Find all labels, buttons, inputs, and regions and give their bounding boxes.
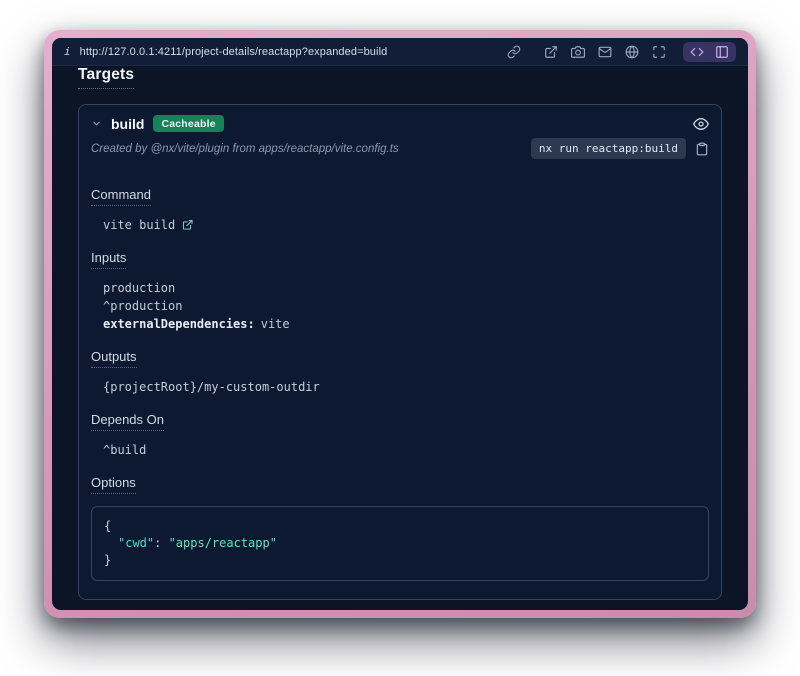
external-deps-value: vite [261, 317, 290, 331]
toolbar-tools-group [544, 45, 666, 59]
depends-on-list: ^build [91, 441, 709, 459]
command-value: vite build [103, 216, 175, 234]
url-toolbar: i http://127.0.0.1:4211/project-details/… [52, 38, 748, 66]
copy-icon[interactable] [695, 142, 709, 156]
inputs-label: Inputs [91, 250, 126, 269]
external-deps-key: externalDependencies: [103, 317, 255, 331]
link-icon[interactable] [507, 45, 521, 59]
inputs-list: production ^production externalDependenc… [91, 279, 709, 333]
options-label: Options [91, 475, 136, 494]
layout-icon[interactable] [715, 45, 729, 59]
target-card-build: build Cacheable Created by @nx/vite/plug… [78, 104, 722, 600]
run-command-chip[interactable]: nx run reactapp:build [531, 138, 686, 159]
input-external-deps: externalDependencies: vite [103, 315, 709, 333]
depends-on-item: ^build [103, 441, 709, 459]
browser-chrome: i http://127.0.0.1:4211/project-details/… [52, 38, 748, 610]
target-name: build [111, 116, 144, 132]
code-line: { [104, 518, 696, 535]
camera-icon[interactable] [571, 45, 585, 59]
build-target-details: Command vite build Inputs production ^pr… [79, 171, 721, 599]
page-content: Targets build Cacheable Create [52, 66, 748, 610]
json-separator: : [154, 536, 168, 550]
globe-icon[interactable] [625, 45, 639, 59]
eye-icon[interactable] [693, 116, 709, 132]
code-line: } [104, 552, 696, 569]
mail-icon[interactable] [598, 45, 612, 59]
toolbar-icon-group [507, 42, 736, 62]
depends-on-label: Depends On [91, 412, 164, 431]
info-icon: i [64, 45, 71, 58]
toolbar-dev-group [683, 42, 736, 62]
app-window: i http://127.0.0.1:4211/project-details/… [44, 30, 756, 618]
cacheable-badge: Cacheable [153, 115, 223, 132]
command-label: Command [91, 187, 151, 206]
desktop-background: i http://127.0.0.1:4211/project-details/… [0, 0, 800, 676]
outputs-label: Outputs [91, 349, 137, 368]
external-link-icon[interactable] [182, 219, 194, 231]
json-string-value: "apps/reactapp" [169, 536, 277, 550]
code-icon[interactable] [690, 45, 704, 59]
input-item: ^production [103, 297, 709, 315]
build-target-subheader: Created by @nx/vite/plugin from apps/rea… [79, 135, 721, 171]
command-row: vite build [91, 216, 709, 234]
created-by-text: Created by @nx/vite/plugin from apps/rea… [91, 143, 399, 155]
chevron-down-icon [91, 118, 102, 129]
options-code-block: { "cwd": "apps/reactapp" } [91, 506, 709, 581]
output-item: {projectRoot}/my-custom-outdir [103, 378, 709, 396]
expand-icon[interactable] [652, 45, 666, 59]
code-line: "cwd": "apps/reactapp" [104, 535, 696, 552]
targets-heading: Targets [78, 66, 134, 89]
outputs-list: {projectRoot}/my-custom-outdir [91, 378, 709, 396]
json-key: "cwd" [118, 536, 154, 550]
input-item: production [103, 279, 709, 297]
build-target-header[interactable]: build Cacheable [79, 105, 721, 135]
export-icon[interactable] [544, 45, 558, 59]
url-input[interactable]: http://127.0.0.1:4211/project-details/re… [80, 46, 388, 58]
